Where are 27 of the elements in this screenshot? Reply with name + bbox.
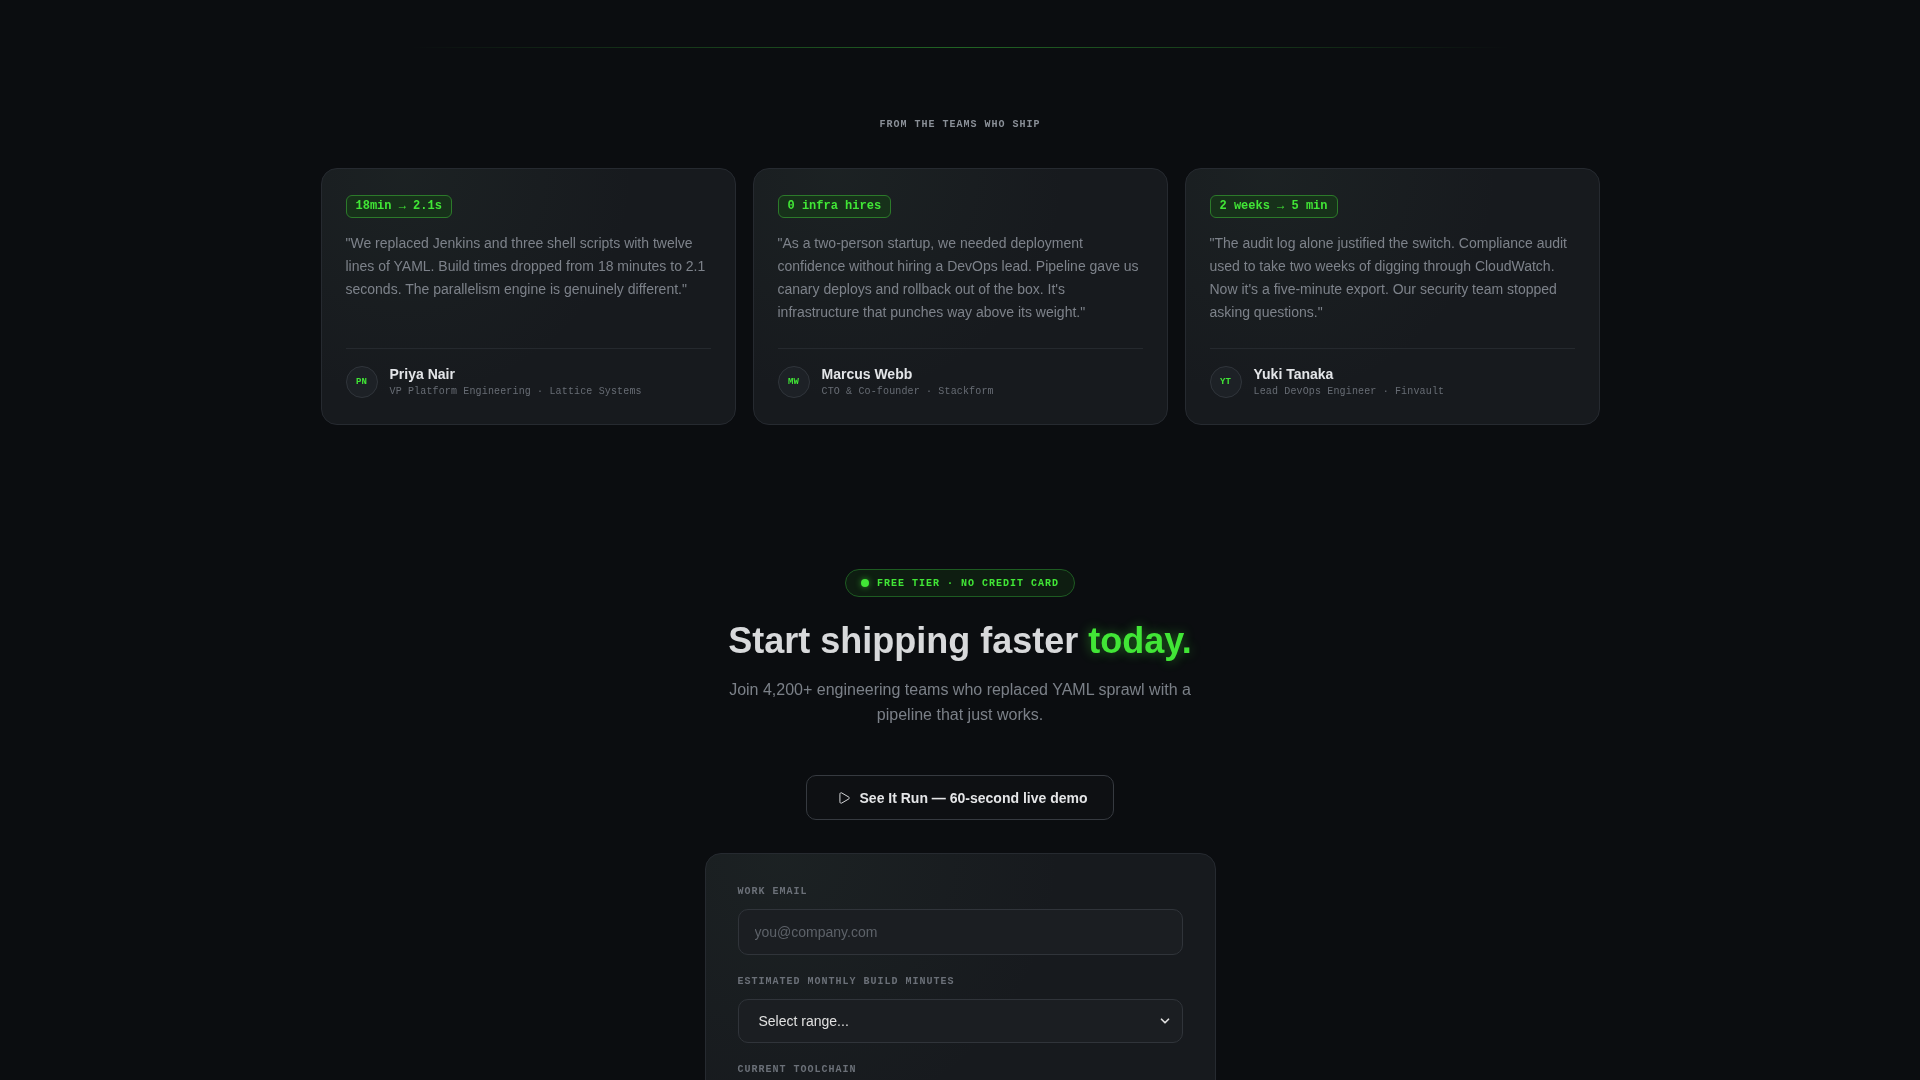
play-icon [836, 790, 851, 805]
section-label: FROM THE TEAMS WHO SHIP [879, 118, 1041, 132]
initials-avatar: PN [345, 366, 378, 398]
demo-button[interactable]: See It Run — 60-second live demo [805, 775, 1115, 820]
field-label: ESTIMATED MONTHLY BUILD MINUTES [737, 976, 956, 988]
testimonial-quote: "We replaced Jenkins and three shell scripts with twelve lines of YAML. Build times dropped from 18 minutes to 2.1 seconds. The parallelism engine is genuinely different." [345, 234, 707, 299]
initials-avatar: MW [777, 366, 810, 398]
author-name: Priya Nair [389, 366, 456, 383]
field-label: WORK EMAIL [737, 886, 809, 898]
field-label: CURRENT TOOLCHAIN [737, 1064, 858, 1076]
testimonial-quote: "As a two-person startup, we needed deployment confidence without hiring a DevOps lead. Pipeline gave us canary deploys and rollback out of the box. It's infrastructure that punches way above its weight." [777, 234, 1140, 322]
author-role: Lead DevOps Engineer · Finvault [1253, 385, 1445, 398]
dot-icon [861, 579, 869, 587]
metric-badge: 18min → 2.1s [345, 195, 452, 218]
cta-heading: Start shipping faster today. [728, 619, 1192, 663]
testimonial-quote: "The audit log alone justified the switch. Compliance audit used to take two weeks of digging through CloudWatch. Now it's a five-minute export. Our security team stopped asking questions." [1209, 234, 1568, 322]
cta-subtitle: Join 4,200+ engineering teams who replaced YAML sprawl with a pipeline that just works. [728, 680, 1192, 725]
author-role: CTO & Co-founder · Stackform [821, 385, 994, 398]
author-role: VP Platform Engineering · Lattice Systems [389, 385, 642, 398]
author-name: Yuki Tanaka [1253, 366, 1335, 383]
author-name: Marcus Webb [821, 366, 914, 383]
metric-badge: 2 weeks → 5 min [1209, 195, 1338, 218]
range-select[interactable]: Select range... [737, 999, 1183, 1043]
email-field[interactable]: you@company.com [737, 909, 1183, 955]
initials-avatar: YT [1209, 366, 1242, 398]
metric-badge: 0 infra hires [777, 195, 892, 218]
offer-label: FREE TIER · NO CREDIT CARD [877, 577, 1059, 589]
